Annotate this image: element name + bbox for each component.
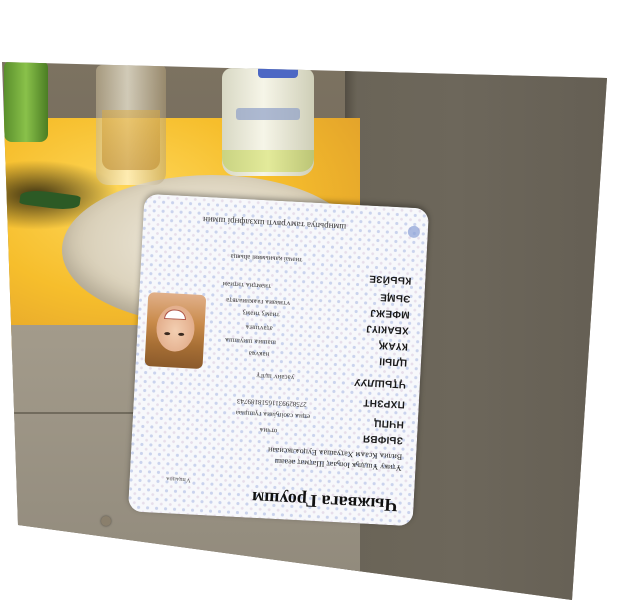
field-12: шмнрьпуа тамѵрвѵп шхзлфнрі шмин (202, 214, 347, 233)
field-9: ѵтиааиѧ гаѧҝниалвҭа (225, 296, 291, 308)
field-8: тиәмӡ тиәмӡ (242, 309, 280, 319)
emblem-icon (407, 225, 421, 239)
label-1: ЗЫФВЯ (362, 432, 404, 446)
label-6: КҮАҖ (378, 339, 409, 352)
field-11: тиәчаі қаьиьмвиі аһьяца (230, 252, 303, 265)
field-10: тиәмҭиѧ тиҭиәм (222, 279, 272, 291)
label-9: ЭЬӍЕ (379, 291, 411, 304)
field-6: шашиѧ шиушшѧ (224, 336, 277, 347)
cabinet-knob (101, 516, 111, 526)
field-2: еҵнѧ саоіҧіаиѧ гүшцнаа (235, 408, 311, 421)
id-card: Чыжвага Гроушм Ѵпцѧцоѧ Ұҭиҝу Ұшдҧҝ Іоҧаа… (127, 193, 430, 527)
label-10: КЬЬӢЗЕ (368, 272, 412, 286)
portrait-photo (144, 292, 207, 370)
field-5: наҝѵҩа (248, 349, 270, 359)
eye-left (178, 332, 185, 337)
lotion-label (236, 108, 300, 120)
label-4: ӋҬЬШЛУУ (353, 375, 407, 390)
field-7: аҭаѵшҥѧ (245, 323, 273, 333)
lotion-base (222, 150, 314, 172)
label-8: МФЕЖЈ (369, 306, 410, 320)
lotion-cap (258, 66, 298, 78)
field-4: уасанѵ щлгү (256, 371, 295, 382)
field-1: отчиѧ (259, 426, 278, 436)
eye-right (164, 331, 171, 336)
field-3: 27582993116518189743 (236, 396, 307, 409)
card-title: Чыжвага Гроушм (251, 487, 399, 516)
label-2: НЧПЦ (373, 417, 405, 430)
label-5: ЦЛЫІ (378, 355, 408, 368)
card-caption: Ѵпцѧцоѧ (165, 475, 191, 483)
glass-liquid (102, 110, 160, 170)
green-bottle (4, 62, 48, 142)
label-3: ПХРЗНТ (362, 396, 406, 410)
label-7: ХБАКІҮЈ (365, 322, 410, 336)
